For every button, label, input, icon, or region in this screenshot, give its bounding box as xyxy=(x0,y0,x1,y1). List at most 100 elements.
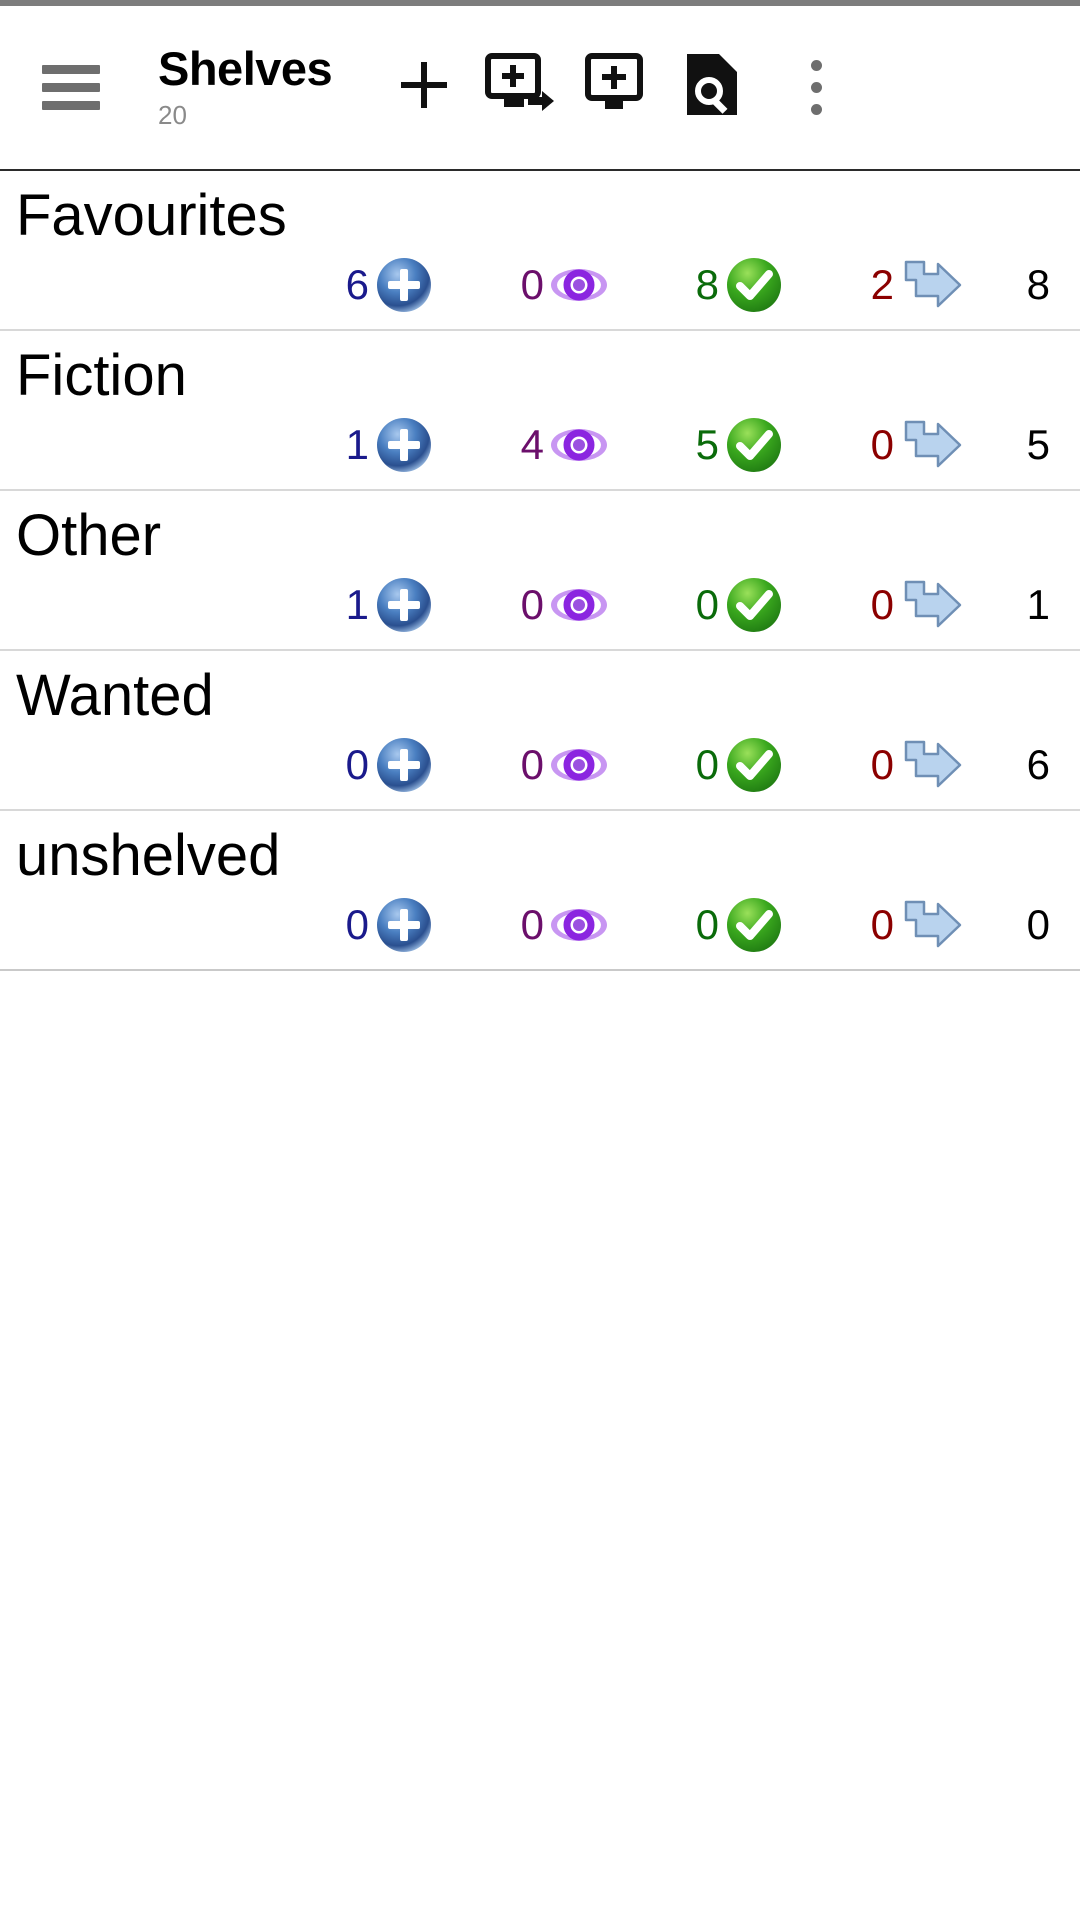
document-search-icon xyxy=(681,51,743,124)
blue-arrow-icon xyxy=(898,894,962,956)
counter-reading-value: 0 xyxy=(520,261,544,308)
blue-plus-circle-icon xyxy=(373,734,435,796)
counter-to-read-value: 0 xyxy=(345,741,369,788)
counter-lent[interactable]: 2 xyxy=(785,254,962,316)
overflow-menu-button[interactable] xyxy=(776,36,856,140)
counter-read[interactable]: 0 xyxy=(610,894,785,956)
counter-read[interactable]: 0 xyxy=(610,734,785,796)
counter-to-read[interactable]: 0 xyxy=(260,734,435,796)
shelf-counters: 0 0 xyxy=(260,889,1080,961)
counter-lent[interactable]: 0 xyxy=(785,894,962,956)
shelf-name: Fiction xyxy=(16,343,187,408)
purple-eye-icon xyxy=(548,894,610,956)
blue-plus-circle-icon xyxy=(373,414,435,476)
counter-lent-value: 0 xyxy=(870,741,894,788)
page-subtitle-count: 20 xyxy=(158,99,187,130)
counter-to-read[interactable]: 1 xyxy=(260,574,435,636)
shelf-name: Favourites xyxy=(16,183,287,248)
counter-lent[interactable]: 0 xyxy=(785,574,962,636)
counter-lent-value: 0 xyxy=(870,581,894,628)
counter-lent[interactable]: 0 xyxy=(785,414,962,476)
counter-read-value: 0 xyxy=(695,741,719,788)
shelf-row[interactable]: Wanted 0 0 0 0 6 xyxy=(0,651,1080,811)
green-check-circle-icon xyxy=(723,734,785,796)
counter-reading[interactable]: 4 xyxy=(435,414,610,476)
counter-total-value: 1 xyxy=(1026,581,1050,628)
shelf-counters: 6 0 8 2 8 xyxy=(260,249,1080,321)
shelf-counters: 0 0 xyxy=(260,729,1080,801)
counter-read[interactable]: 5 xyxy=(610,414,785,476)
blue-plus-circle-icon xyxy=(373,254,435,316)
blue-arrow-icon xyxy=(898,574,962,636)
counter-read-value: 5 xyxy=(695,421,719,468)
counter-lent-value: 2 xyxy=(870,261,894,308)
counter-to-read-value: 1 xyxy=(345,581,369,628)
counter-lent[interactable]: 0 xyxy=(785,734,962,796)
blue-arrow-icon xyxy=(898,254,962,316)
app-bar: Shelves 20 xyxy=(0,6,1080,171)
page-title-block: Shelves 20 xyxy=(158,41,333,132)
shelf-name: Wanted xyxy=(16,663,214,728)
shelf-counters: 1 4 5 0 5 xyxy=(260,409,1080,481)
shelf-name: Other xyxy=(16,503,162,568)
hamburger-menu-icon[interactable] xyxy=(40,57,102,119)
purple-eye-icon xyxy=(548,254,610,316)
shelf-row[interactable]: Other 1 0 0 0 1 xyxy=(0,491,1080,651)
counter-total-value: 6 xyxy=(1026,741,1050,788)
counter-to-read[interactable]: 6 xyxy=(260,254,435,316)
shelf-row[interactable]: Fiction 1 4 5 0 5 xyxy=(0,331,1080,491)
counter-read-value: 8 xyxy=(695,261,719,308)
counter-total: 8 xyxy=(960,264,1080,306)
empty-list-area xyxy=(0,971,1080,1731)
counter-total: 0 xyxy=(960,904,1080,946)
add-book-button[interactable] xyxy=(568,36,664,140)
counter-reading[interactable]: 0 xyxy=(435,894,610,956)
counter-to-read-value: 6 xyxy=(345,261,369,308)
counter-lent-value: 0 xyxy=(870,421,894,468)
counter-read[interactable]: 0 xyxy=(610,574,785,636)
counter-reading-value: 0 xyxy=(520,581,544,628)
blue-arrow-icon xyxy=(898,414,962,476)
counter-read-value: 0 xyxy=(695,901,719,948)
shelf-list: Favourites 6 0 8 2 8 Fiction 1 4 5 0 5 O… xyxy=(0,171,1080,971)
counter-reading[interactable]: 0 xyxy=(435,734,610,796)
counter-read[interactable]: 8 xyxy=(610,254,785,316)
more-vertical-icon xyxy=(810,60,822,115)
counter-lent-value: 0 xyxy=(870,901,894,948)
page-title: Shelves xyxy=(158,41,333,95)
counter-to-read[interactable]: 1 xyxy=(260,414,435,476)
blue-plus-circle-icon xyxy=(373,894,435,956)
monitor-plus-icon xyxy=(583,51,649,124)
counter-reading-value: 0 xyxy=(520,741,544,788)
counter-total: 6 xyxy=(960,744,1080,786)
green-check-circle-icon xyxy=(723,894,785,956)
green-check-circle-icon xyxy=(723,574,785,636)
plus-icon xyxy=(393,54,455,121)
purple-eye-icon xyxy=(548,574,610,636)
counter-read-value: 0 xyxy=(695,581,719,628)
counter-total-value: 8 xyxy=(1026,261,1050,308)
shelf-name: unshelved xyxy=(16,823,281,888)
counter-total-value: 5 xyxy=(1026,421,1050,468)
purple-eye-icon xyxy=(548,734,610,796)
search-button[interactable] xyxy=(664,36,760,140)
shelf-counters: 1 0 0 0 1 xyxy=(260,569,1080,641)
counter-total: 1 xyxy=(960,584,1080,626)
counter-reading-value: 0 xyxy=(520,901,544,948)
shelf-row[interactable]: Favourites 6 0 8 2 8 xyxy=(0,171,1080,331)
counter-to-read[interactable]: 0 xyxy=(260,894,435,956)
counter-to-read-value: 0 xyxy=(345,901,369,948)
counter-total: 5 xyxy=(960,424,1080,466)
add-shelf-button[interactable] xyxy=(376,36,472,140)
counter-reading[interactable]: 0 xyxy=(435,574,610,636)
counter-total-value: 0 xyxy=(1026,901,1050,948)
counter-reading-value: 4 xyxy=(520,421,544,468)
add-book-by-scan-button[interactable] xyxy=(472,36,568,140)
shelf-row[interactable]: unshelved 0 0 0 0 0 xyxy=(0,811,1080,971)
counter-to-read-value: 1 xyxy=(345,421,369,468)
blue-arrow-icon xyxy=(898,734,962,796)
blue-plus-circle-icon xyxy=(373,574,435,636)
app-bar-actions xyxy=(376,36,1058,140)
green-check-circle-icon xyxy=(723,414,785,476)
counter-reading[interactable]: 0 xyxy=(435,254,610,316)
